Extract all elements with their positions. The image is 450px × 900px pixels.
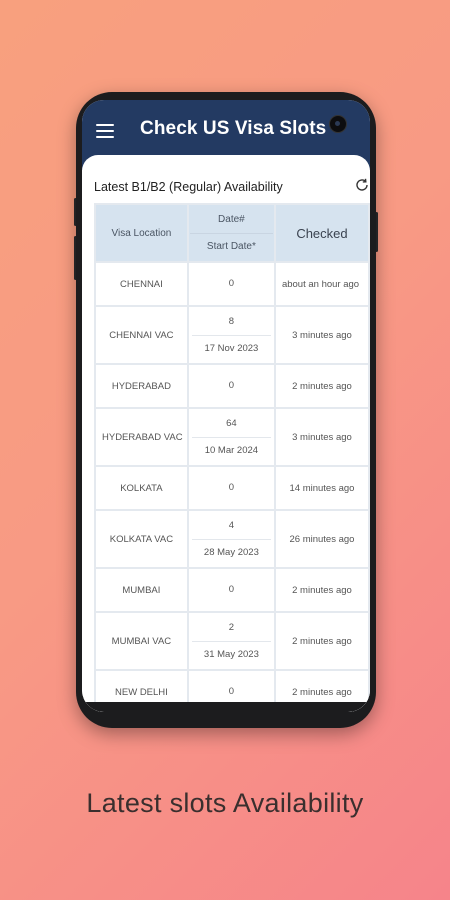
table-row: KOLKATA 0 14 minutes ago [96, 467, 368, 509]
start-date: 10 Mar 2024 [204, 444, 259, 456]
slot-count: 64 [226, 417, 237, 429]
header-checked: Checked [275, 205, 368, 261]
slot-count: 0 [228, 584, 235, 595]
table-row: MUMBAI VAC 2 31 May 2023 2 minutes ago [96, 613, 368, 669]
table-row: CHENNAI 0 about an hour ago [96, 263, 368, 305]
cell-checked: 14 minutes ago [275, 467, 368, 509]
slot-count: 4 [228, 519, 235, 531]
hamburger-menu-icon[interactable] [96, 124, 114, 138]
start-date: 31 May 2023 [203, 648, 259, 660]
cell-location: CHENNAI VAC [96, 307, 187, 363]
cell-location: CHENNAI [96, 263, 187, 305]
table-row: CHENNAI VAC 8 17 Nov 2023 3 minutes ago [96, 307, 368, 363]
header-start-date-label: Start Date* [206, 240, 256, 252]
cell-checked: 2 minutes ago [275, 613, 368, 669]
slot-count: 0 [228, 380, 235, 391]
cell-checked: 3 minutes ago [275, 409, 368, 465]
table-row: HYDERABAD 0 2 minutes ago [96, 365, 368, 407]
cell-location: HYDERABAD [96, 365, 187, 407]
section-title: Latest B1/B2 (Regular) Availability [94, 180, 283, 194]
front-camera [329, 115, 347, 133]
cell-location: MUMBAI VAC [96, 613, 187, 669]
table-header-row: Visa Location Date# Start Date* Checked [96, 205, 368, 261]
table-row: MUMBAI 0 2 minutes ago [96, 569, 368, 611]
cell-date: 0 [188, 263, 274, 305]
table-row: KOLKATA VAC 4 28 May 2023 26 minutes ago [96, 511, 368, 567]
cell-location: KOLKATA [96, 467, 187, 509]
cell-date: 0 [188, 569, 274, 611]
availability-table: Visa Location Date# Start Date* Checked … [94, 203, 370, 712]
cell-date: 64 10 Mar 2024 [188, 409, 274, 465]
promo-caption: Latest slots Availability [86, 788, 364, 818]
app-title: Check US Visa Slots [140, 118, 327, 139]
refresh-icon[interactable] [354, 177, 370, 193]
cell-location: KOLKATA VAC [96, 511, 187, 567]
cell-date: 8 17 Nov 2023 [188, 307, 274, 363]
start-date: 28 May 2023 [203, 546, 259, 558]
header-date: Date# Start Date* [188, 205, 274, 261]
slot-count: 0 [228, 278, 235, 289]
cell-checked: 26 minutes ago [275, 511, 368, 567]
table-row: HYDERABAD VAC 64 10 Mar 2024 3 minutes ago [96, 409, 368, 465]
slot-count: 0 [228, 482, 235, 493]
slot-count: 0 [228, 686, 235, 697]
cell-date: 0 [188, 467, 274, 509]
slot-count: 2 [228, 621, 235, 633]
header-date-label: Date# [218, 213, 245, 225]
cell-date: 0 [188, 365, 274, 407]
main-content: Latest B1/B2 (Regular) Availability Visa… [82, 155, 370, 712]
phone-screen: Check US Visa Slots Latest B1/B2 (Regula… [82, 100, 370, 712]
cell-date: 2 31 May 2023 [188, 613, 274, 669]
cell-checked: about an hour ago [275, 263, 368, 305]
header-visa-location: Visa Location [96, 205, 187, 261]
screen-bottom-bezel [82, 702, 370, 712]
cell-checked: 2 minutes ago [275, 569, 368, 611]
cell-date: 4 28 May 2023 [188, 511, 274, 567]
cell-location: MUMBAI [96, 569, 187, 611]
cell-location: HYDERABAD VAC [96, 409, 187, 465]
slot-count: 8 [228, 315, 235, 327]
cell-checked: 2 minutes ago [275, 365, 368, 407]
cell-checked: 3 minutes ago [275, 307, 368, 363]
start-date: 17 Nov 2023 [204, 342, 259, 354]
